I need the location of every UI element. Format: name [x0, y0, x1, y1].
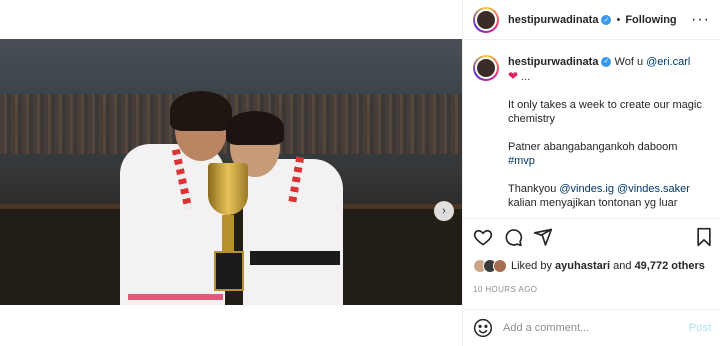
- mention-link[interactable]: @vindes.saker: [617, 183, 690, 195]
- likes-count[interactable]: 49,772 others: [635, 260, 705, 272]
- following-button[interactable]: Following: [625, 14, 676, 26]
- media-pane: ›: [0, 0, 462, 346]
- trophy-base: [214, 251, 244, 291]
- heart-emoji: ❤: [508, 69, 519, 83]
- hashtag-link[interactable]: #mvp: [508, 155, 535, 167]
- liker-avatar: [493, 259, 507, 273]
- author-avatar[interactable]: [473, 6, 499, 33]
- mention-link[interactable]: @eri.carl: [646, 56, 690, 68]
- caption-ellipsis: ...: [521, 71, 531, 83]
- verified-icon: ✓: [601, 14, 612, 25]
- more-options-button[interactable]: ···: [691, 11, 710, 28]
- person-left-hair: [170, 91, 232, 131]
- post-side-panel: hestipurwadinata ✓ • Following ··· hesti…: [462, 0, 720, 346]
- comment-input[interactable]: [503, 322, 673, 334]
- caption-paragraph: It only takes a week to create our magic…: [508, 99, 702, 125]
- caption-avatar[interactable]: [473, 55, 499, 81]
- heart-icon[interactable]: [473, 227, 493, 247]
- header-separator: •: [616, 13, 621, 26]
- likes-prefix: Liked by: [511, 260, 552, 272]
- comment-bar: Post: [463, 309, 720, 346]
- trophy-cup: [208, 163, 248, 215]
- person-left-skirt-stripe: [128, 294, 223, 300]
- bookmark-icon[interactable]: [695, 227, 713, 247]
- person-right-waistband: [250, 251, 340, 265]
- carousel-next-button[interactable]: ›: [434, 201, 454, 221]
- mention-link[interactable]: @vindes.ig: [559, 183, 614, 195]
- person-right-hair: [226, 111, 284, 145]
- post-header: hestipurwadinata ✓ • Following ···: [463, 0, 720, 40]
- author-username[interactable]: hestipurwadinata: [508, 14, 598, 26]
- comment-icon[interactable]: [503, 227, 523, 247]
- verified-icon: ✓: [601, 57, 612, 68]
- post-timestamp[interactable]: 10 HOURS AGO: [473, 285, 537, 294]
- caption-thanks: Thankyou: [508, 183, 557, 195]
- caption-area: hestipurwadinata ✓ Wof u @eri.carl ❤ ... …: [463, 41, 720, 219]
- likes-summary: Liked by ayuhastari and 49,772 others: [473, 259, 705, 273]
- post-comment-button[interactable]: Post: [689, 322, 711, 334]
- caption-paragraph: Patner abangabangankoh daboom: [508, 141, 678, 153]
- share-icon[interactable]: [533, 227, 553, 247]
- caption-username[interactable]: hestipurwadinata: [508, 56, 598, 68]
- liker-username[interactable]: ayuhastari: [555, 260, 610, 272]
- caption-paragraph: kalian menyajikan tontonan yg luar: [508, 197, 678, 209]
- chevron-right-icon: ›: [442, 205, 446, 217]
- action-bar: [473, 223, 713, 251]
- caption-text: hestipurwadinata ✓ Wof u @eri.carl ❤ ... …: [508, 55, 708, 210]
- caption-line1: Wof u: [614, 56, 644, 68]
- emoji-icon[interactable]: [473, 318, 493, 338]
- likes-middle: and: [613, 260, 632, 272]
- post-photo[interactable]: ›: [0, 39, 462, 305]
- trophy-stem: [222, 215, 234, 251]
